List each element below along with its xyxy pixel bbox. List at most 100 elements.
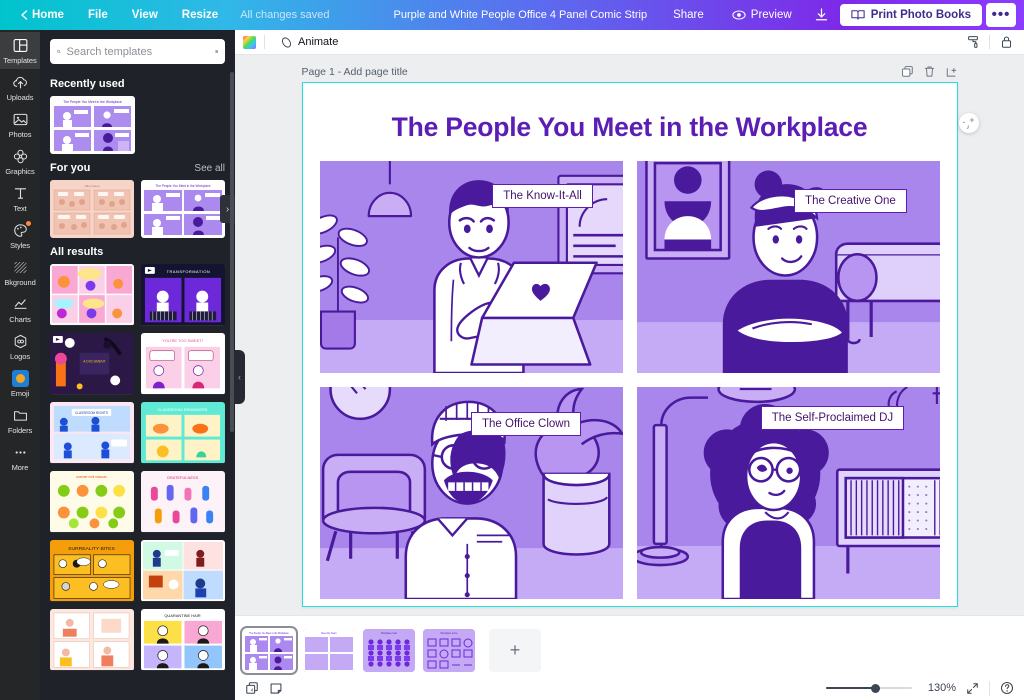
sidebar-label-templates: Templates [3, 56, 36, 65]
page-4-preview: Workplace Icons [423, 629, 475, 672]
template-thumbnail[interactable] [50, 264, 134, 326]
template-thumbnail[interactable]: monster mini mascots [50, 471, 134, 533]
home-button[interactable]: Home [8, 5, 76, 25]
help-button[interactable] [1000, 681, 1014, 695]
sidebar-item-text[interactable]: Text [0, 180, 40, 217]
page-thumbnail-3[interactable]: Workplace Cast [363, 629, 415, 672]
recently-used-header: Recently used [50, 78, 225, 90]
panel-caption[interactable]: The Self-Proclaimed DJ [761, 406, 904, 430]
more-options-button[interactable]: ••• [986, 3, 1016, 27]
duplicate-page-status-button[interactable]: 4 [245, 681, 259, 695]
editor-area: Animate [235, 30, 1024, 700]
sidebar-item-charts[interactable]: Charts [0, 291, 40, 328]
page-3-preview: Workplace Cast [363, 629, 415, 672]
status-bar-left: 4 [245, 681, 283, 695]
print-photo-books-button[interactable]: Print Photo Books [840, 4, 982, 26]
thumb-gratefulness: GRATEFULNESS [141, 471, 225, 532]
thumb-too-sweet: YOU'RE TOO SWEET! [141, 333, 225, 394]
page-thumbnail-4[interactable]: Workplace Icons [423, 629, 475, 672]
canvas-area[interactable]: Page 1 - Add page title [235, 55, 1024, 615]
panel-caption[interactable]: The Know-It-All [492, 184, 593, 208]
home-label: Home [32, 9, 64, 21]
resize-button[interactable]: Resize [170, 5, 230, 25]
editor-toolbar: Animate [235, 30, 1024, 55]
notes-button[interactable] [269, 681, 283, 695]
svg-text:CLASSROOM REMINDERS: CLASSROOM REMINDERS [158, 407, 208, 412]
zoom-slider[interactable] [826, 681, 912, 695]
thumb-surreality-bites: SURREALITY BITES [50, 540, 134, 601]
template-thumbnail[interactable]: office hours [50, 180, 134, 238]
panel-creative-one[interactable]: The Creative One [637, 161, 940, 373]
sidebar-item-uploads[interactable]: Uploads [0, 69, 40, 106]
design-title[interactable]: The People You Meet in the Workplace [303, 83, 957, 143]
help-icon [1000, 681, 1014, 695]
animate-button[interactable]: Animate [273, 33, 345, 52]
all-results-title: All results [50, 246, 103, 258]
template-thumbnail[interactable] [50, 609, 134, 671]
sidebar-item-emoji[interactable]: Emoji [0, 365, 40, 402]
color-swatch-icon[interactable] [243, 36, 256, 49]
see-all-link[interactable]: See all [194, 163, 225, 174]
design-page[interactable]: The People You Meet in the Workplace [302, 82, 958, 607]
template-thumbnail[interactable]: CLASSROOM RIGHTS [50, 402, 134, 464]
delete-page-button[interactable] [923, 65, 936, 78]
share-button[interactable]: Share [661, 4, 716, 26]
view-menu[interactable]: View [120, 5, 170, 25]
canva-editor: Home File View Resize All changes saved … [0, 0, 1024, 700]
page-thumbnail-2[interactable]: Meet the Team [303, 629, 355, 672]
status-bar: 4 [235, 676, 1024, 700]
sidebar-item-background[interactable]: Bkground [0, 254, 40, 291]
folder-icon [12, 407, 29, 424]
fullscreen-button[interactable] [966, 682, 979, 695]
lock-page-button[interactable] [945, 65, 958, 78]
thumb-home-activities [141, 540, 225, 601]
template-thumbnail[interactable]: A DOCUMENT [50, 333, 134, 395]
template-thumbnail[interactable]: CLASSROOM REMINDERS [141, 402, 225, 464]
sidebar-label-background: Bkground [4, 278, 35, 287]
sidebar-item-photos[interactable]: Photos [0, 106, 40, 143]
template-thumbnail[interactable]: GRATEFULNESS [141, 471, 225, 533]
sidebar-item-more[interactable]: More [0, 439, 40, 476]
page-title-label[interactable]: Page 1 - Add page title [302, 66, 408, 78]
sidebar-item-logos[interactable]: Logos [0, 328, 40, 365]
preview-button[interactable]: Preview [720, 4, 804, 26]
preview-label: Preview [751, 9, 792, 21]
panel-office-clown[interactable]: The Office Clown [320, 387, 623, 599]
sidebar-label-emoji: Emoji [11, 389, 29, 398]
panel-caption[interactable]: The Creative One [794, 189, 907, 213]
add-comment-button[interactable] [959, 113, 979, 133]
panel-scroll-area[interactable]: Recently used The People You Meet in the… [40, 70, 235, 700]
template-thumbnail[interactable]: The People You Meet in the Workplace [50, 96, 135, 154]
page-thumbnail-1[interactable]: The People You Meet in the Workplace [243, 629, 295, 672]
panel-self-proclaimed-dj[interactable]: The Self-Proclaimed DJ [637, 387, 940, 599]
thumb-office-hours: office hours [50, 180, 134, 238]
lock-icon[interactable] [997, 33, 1016, 52]
collapse-panel-button[interactable]: ‹ [234, 350, 245, 404]
search-bar[interactable] [50, 39, 225, 64]
zoom-slider-knob[interactable] [871, 684, 880, 693]
paint-roller-glyph [966, 35, 980, 49]
template-thumbnail[interactable]: SURREALITY BITES [50, 540, 134, 602]
sidebar-label-uploads: Uploads [7, 93, 34, 102]
sidebar-item-templates[interactable]: Templates [0, 32, 40, 69]
template-thumbnail[interactable]: QUARANTINE HAIR [141, 609, 225, 671]
templates-icon [12, 37, 29, 54]
panel-know-it-all[interactable]: The Know-It-All [320, 161, 623, 373]
duplicate-page-button[interactable] [901, 65, 914, 78]
sidebar-item-styles[interactable]: Styles [0, 217, 40, 254]
document-title[interactable]: Purple and White People Office 4 Panel C… [384, 5, 658, 25]
panel-caption[interactable]: The Office Clown [471, 412, 581, 436]
search-input[interactable] [67, 46, 209, 58]
template-thumbnail[interactable]: TRANSFORMATION [141, 264, 225, 326]
sliders-icon[interactable] [215, 45, 219, 58]
template-thumbnail[interactable] [141, 540, 225, 602]
file-menu[interactable]: File [76, 5, 120, 25]
sidebar-item-folders[interactable]: Folders [0, 402, 40, 439]
image-icon [12, 111, 29, 128]
paint-roller-icon[interactable] [963, 33, 982, 52]
sidebar-item-graphics[interactable]: Graphics [0, 143, 40, 180]
template-thumbnail[interactable]: YOU'RE TOO SWEET! [141, 333, 225, 395]
template-thumbnail[interactable]: The People You Meet in the Workplace [141, 180, 225, 238]
add-page-button[interactable]: + [489, 629, 541, 672]
download-button[interactable] [808, 3, 836, 27]
